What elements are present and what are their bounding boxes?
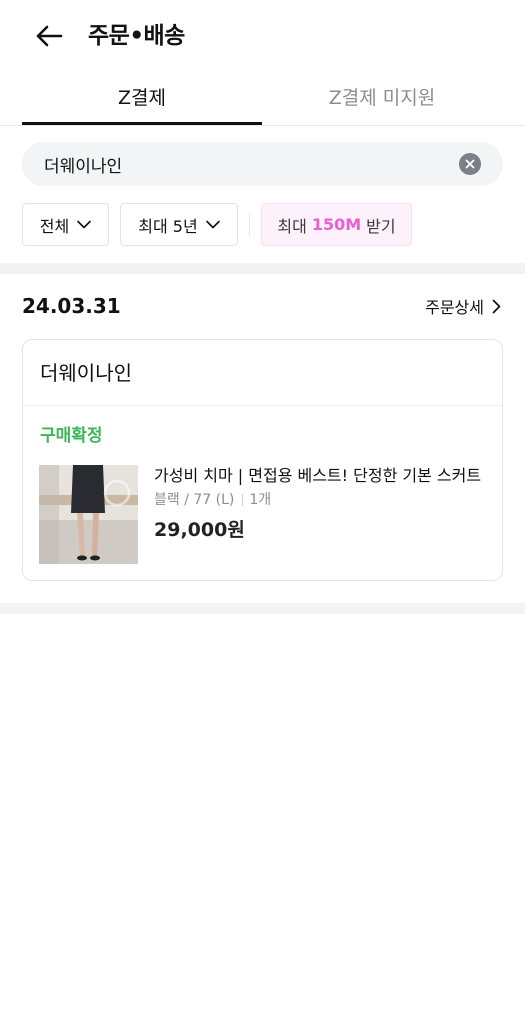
period-filter[interactable]: 최대 5년 xyxy=(120,203,238,246)
tab-zpay-unsupported[interactable]: Z결제 미지원 xyxy=(262,72,502,126)
product-option: 블랙 / 77 (L) xyxy=(154,492,235,508)
search-input[interactable] xyxy=(44,142,444,186)
store-header[interactable]: 더웨이나인 xyxy=(23,340,502,406)
back-arrow-icon xyxy=(36,25,63,47)
chevron-right-icon xyxy=(492,299,501,313)
section-divider xyxy=(0,263,525,274)
product-quantity: 1개 xyxy=(249,492,272,508)
back-button[interactable] xyxy=(30,18,68,54)
option-separator xyxy=(242,494,244,506)
order-status: 구매확정 xyxy=(40,426,103,446)
order-card: 더웨이나인 구매확정 가성비 치마 | 면접용 베스트! 단정한 기본 스커트 … xyxy=(22,339,503,581)
section-divider xyxy=(0,603,525,614)
tab-zpay[interactable]: Z결제 xyxy=(22,72,262,126)
skirt-photo-image xyxy=(39,465,138,564)
app-header: 주문•배송 xyxy=(0,0,525,72)
order-type-filter[interactable]: 전체 xyxy=(22,203,109,246)
order-type-filter-label: 전체 xyxy=(39,216,70,236)
search-bar xyxy=(22,142,503,186)
promo-suffix: 받기 xyxy=(366,216,396,236)
chevron-down-icon xyxy=(205,220,220,229)
promo-button[interactable]: 최대 150M 받기 xyxy=(261,203,412,246)
product-price: 29,000원 xyxy=(154,519,245,541)
product-thumbnail xyxy=(39,465,138,564)
period-filter-label: 최대 5년 xyxy=(138,216,198,236)
filter-divider xyxy=(249,214,250,236)
payment-tabs: Z결제 Z결제 미지원 xyxy=(0,72,525,126)
store-name: 더웨이나인 xyxy=(40,361,132,385)
clear-search-button[interactable] xyxy=(459,153,481,175)
active-tab-indicator xyxy=(22,122,262,125)
order-date: 24.03.31 xyxy=(22,294,121,318)
promo-prefix: 최대 xyxy=(277,216,307,236)
order-detail-label: 주문상세 xyxy=(425,298,484,317)
order-detail-link[interactable]: 주문상세 xyxy=(425,292,501,320)
chevron-down-icon xyxy=(77,220,92,229)
close-icon xyxy=(465,159,475,169)
promo-amount: 150M xyxy=(311,215,362,234)
page-title: 주문•배송 xyxy=(88,23,185,49)
product-options: 블랙 / 77 (L) 1개 xyxy=(154,490,271,510)
filter-row: 전체 최대 5년 최대 150M 받기 xyxy=(0,203,525,247)
product-item[interactable]: 가성비 치마 | 면접용 베스트! 단정한 기본 스커트 블랙 / 77 (L)… xyxy=(39,465,489,565)
product-title: 가성비 치마 | 면접용 베스트! 단정한 기본 스커트 xyxy=(154,466,482,485)
